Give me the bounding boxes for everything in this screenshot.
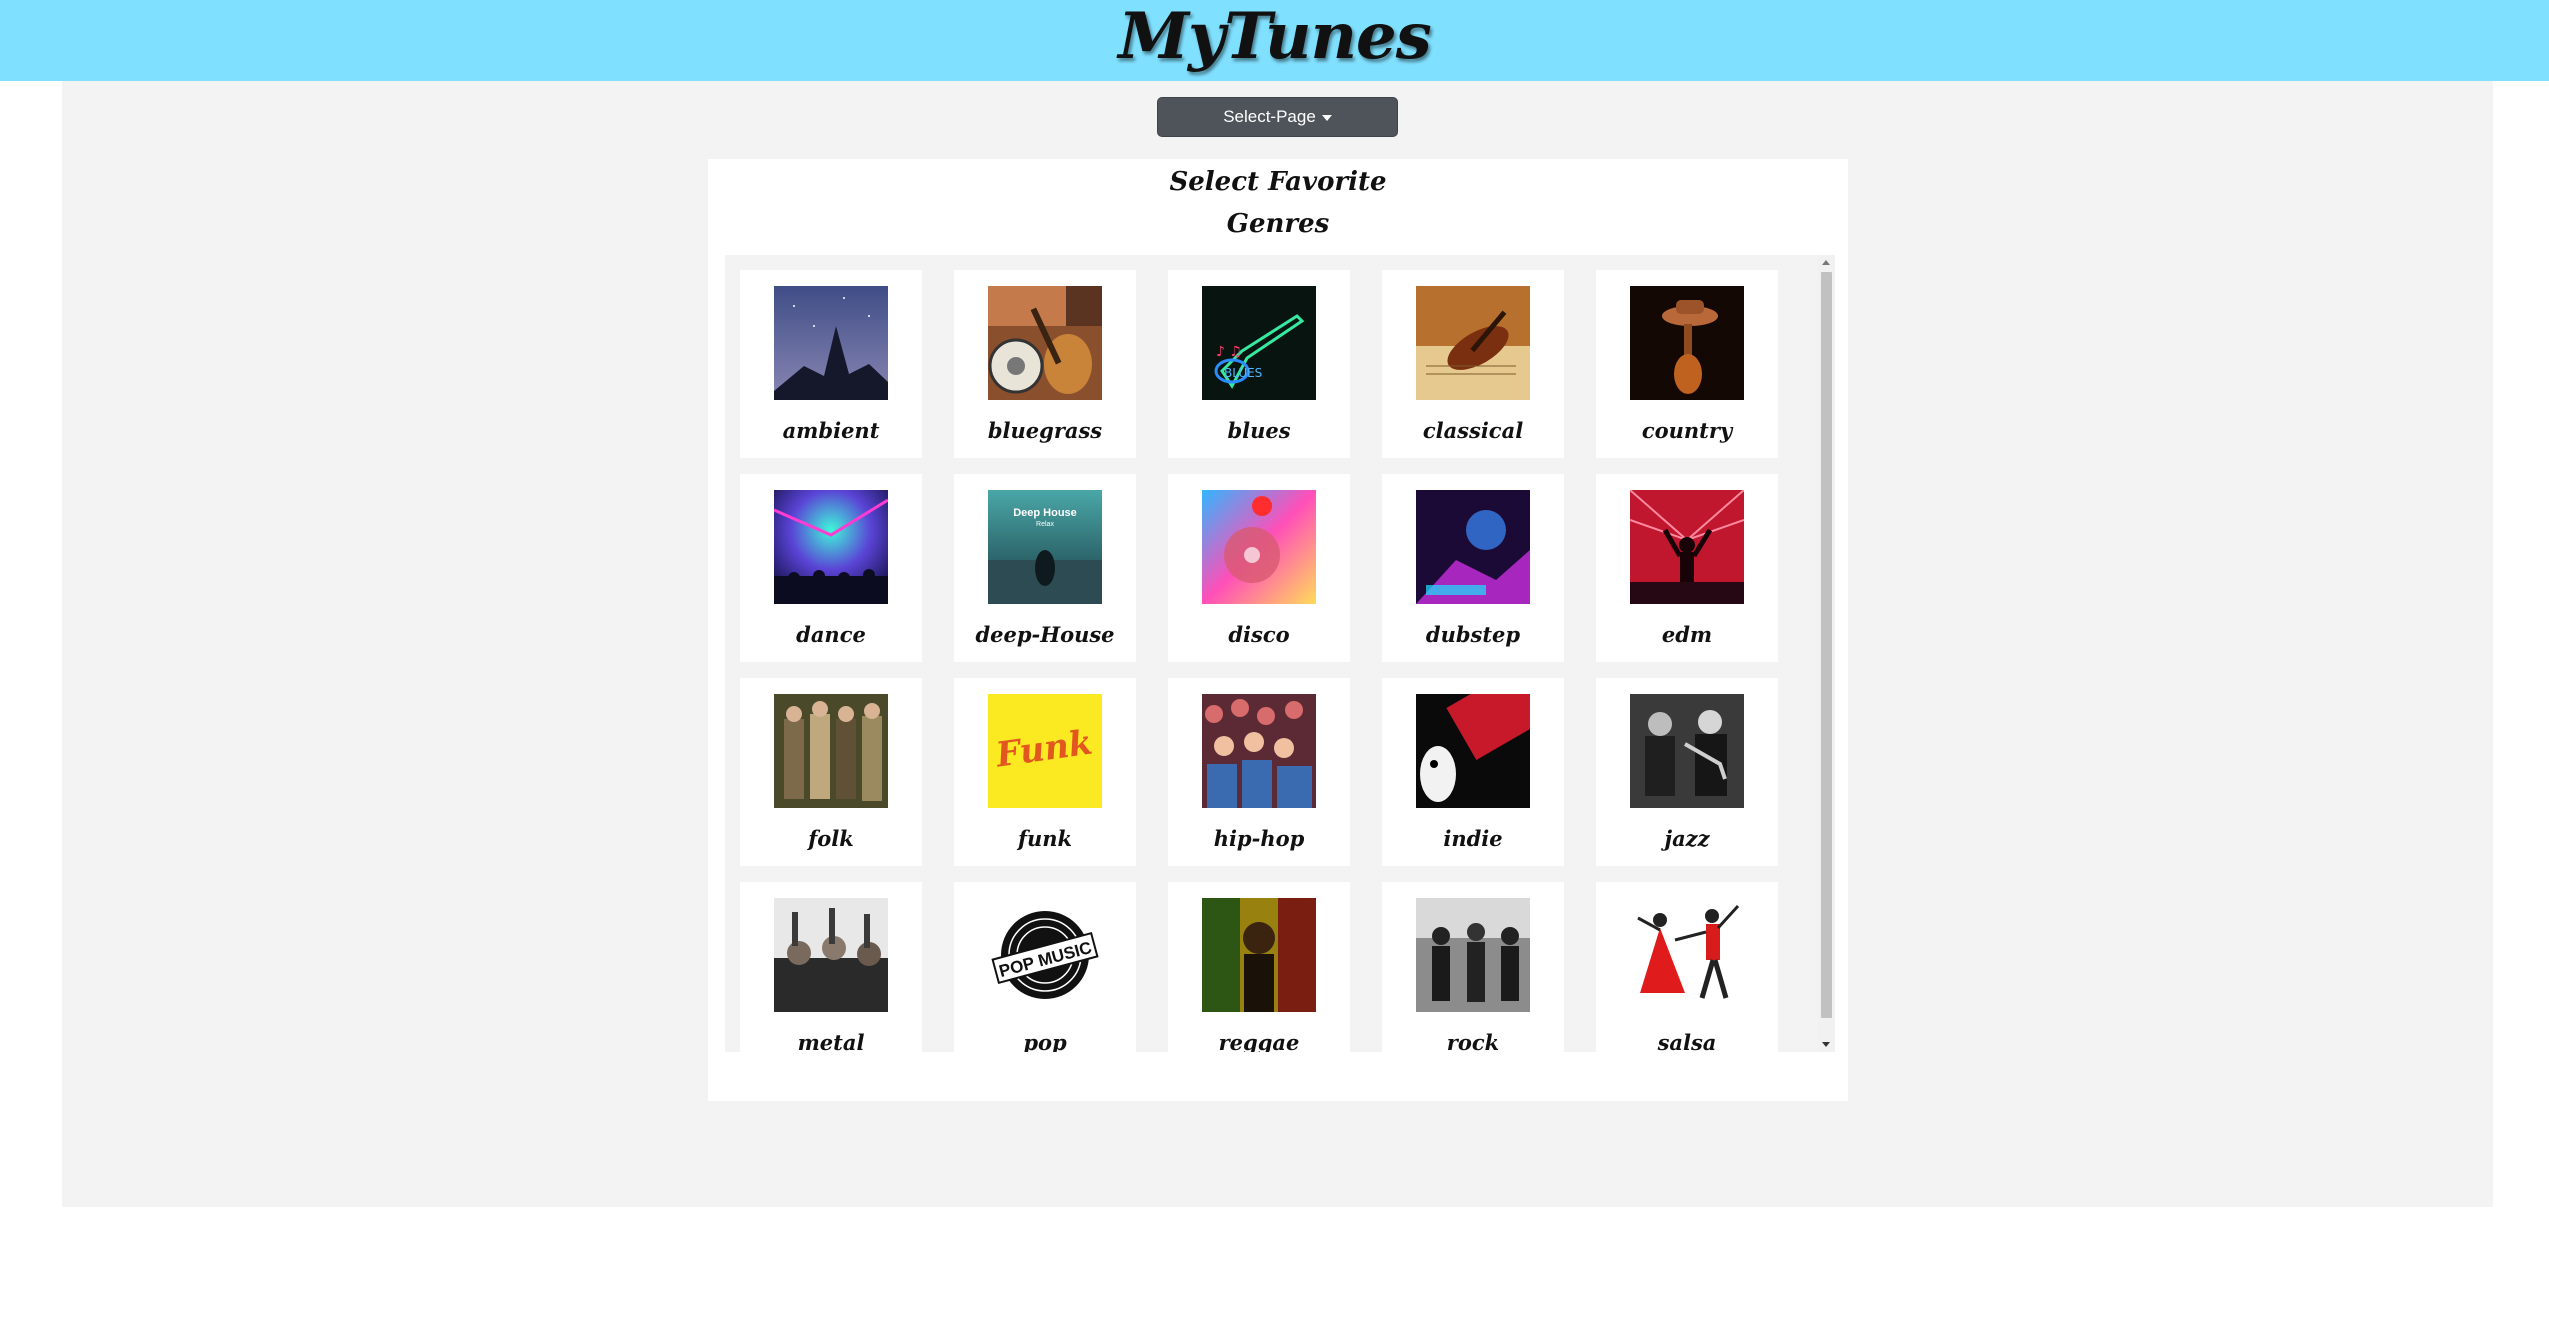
dance-image (774, 490, 888, 604)
genre-card-edm[interactable]: edm (1596, 474, 1778, 662)
genre-card-pop[interactable]: POP MUSIC pop (954, 882, 1136, 1052)
genre-label: classical (1422, 418, 1524, 443)
bluegrass-image (988, 286, 1102, 400)
scroll-up-arrow-icon[interactable] (1822, 260, 1830, 265)
deep-house-image: Deep House Relax (988, 490, 1102, 604)
ambient-image (774, 286, 888, 400)
hip-hop-image (1202, 694, 1316, 808)
genre-label: rock (1446, 1030, 1500, 1052)
genre-card-dubstep[interactable]: dubstep (1382, 474, 1564, 662)
genre-label: country (1641, 418, 1733, 443)
genre-card-folk[interactable]: folk (740, 678, 922, 866)
genre-card-reggae[interactable]: reggae (1168, 882, 1350, 1052)
app-title: MyTunes (1118, 0, 1432, 74)
reggae-image (1202, 898, 1316, 1012)
genre-label: salsa (1657, 1030, 1717, 1052)
country-image (1630, 286, 1744, 400)
panel-title: Select Favorite Genres (708, 159, 1848, 245)
genre-label: metal (797, 1030, 865, 1052)
select-page-dropdown-button[interactable]: Select-Page (1157, 97, 1398, 137)
genre-card-jazz[interactable]: jazz (1596, 678, 1778, 866)
edm-image (1630, 490, 1744, 604)
svg-text:BLUES: BLUES (1224, 366, 1262, 380)
genre-card-blues[interactable]: ♪ ♫ BLUES blues (1168, 270, 1350, 458)
genre-label: funk (1017, 826, 1073, 851)
indie-image (1416, 694, 1530, 808)
genre-label: dance (796, 622, 866, 647)
genre-card-deep-house[interactable]: Deep House Relax deep-House (954, 474, 1136, 662)
genre-card-funk[interactable]: Funk funk (954, 678, 1136, 866)
panel-title-line-2: Genres (1226, 209, 1330, 239)
genre-card-salsa[interactable]: salsa (1596, 882, 1778, 1052)
genre-label: reggae (1218, 1030, 1300, 1052)
caret-down-icon (1321, 115, 1332, 121)
dubstep-image (1416, 490, 1530, 604)
genre-card-metal[interactable]: metal (740, 882, 922, 1052)
genre-card-bluegrass[interactable]: bluegrass (954, 270, 1136, 458)
genre-card-indie[interactable]: indie (1382, 678, 1564, 866)
genre-label: blues (1227, 418, 1291, 443)
select-page-label: Select-Page (1223, 107, 1316, 126)
blues-image: ♪ ♫ BLUES (1202, 286, 1316, 400)
scroll-down-arrow-icon[interactable] (1822, 1042, 1830, 1047)
genre-label: bluegrass (987, 418, 1103, 443)
genre-grid-viewport: ambient bluegrass ♪ ♫ BLUES blues classi… (725, 255, 1818, 1052)
funk-image: Funk (988, 694, 1102, 808)
genre-label: hip-hop (1213, 826, 1305, 851)
svg-text:♪ ♫: ♪ ♫ (1216, 344, 1242, 360)
genre-grid-scrollbar[interactable] (1818, 255, 1835, 1052)
genre-label: pop (1023, 1030, 1067, 1052)
genre-label: disco (1228, 622, 1290, 647)
genre-label: indie (1443, 826, 1503, 851)
pop-image: POP MUSIC (988, 898, 1102, 1012)
disco-image (1202, 490, 1316, 604)
genre-label: deep-House (975, 622, 1115, 647)
scrollbar-thumb[interactable] (1821, 272, 1832, 1018)
genre-label: edm (1661, 622, 1713, 647)
genre-card-dance[interactable]: dance (740, 474, 922, 662)
genre-selection-panel: Select Favorite Genres ambient bluegrass… (708, 159, 1848, 1101)
classical-image (1416, 286, 1530, 400)
deep-house-image-text: Deep House (1013, 507, 1077, 519)
genre-card-classical[interactable]: classical (1382, 270, 1564, 458)
deep-house-image-subtext: Relax (1036, 521, 1054, 528)
jazz-image (1630, 694, 1744, 808)
genre-card-hip-hop[interactable]: hip-hop (1168, 678, 1350, 866)
genre-card-disco[interactable]: disco (1168, 474, 1350, 662)
folk-image (774, 694, 888, 808)
genre-label: ambient (782, 418, 880, 443)
metal-image (774, 898, 888, 1012)
salsa-image (1630, 898, 1744, 1012)
genre-card-rock[interactable]: rock (1382, 882, 1564, 1052)
app-header: MyTunes (0, 0, 2549, 81)
genre-label: folk (808, 826, 854, 851)
genre-label: dubstep (1425, 622, 1521, 647)
genre-card-ambient[interactable]: ambient (740, 270, 922, 458)
genre-label: jazz (1664, 826, 1710, 851)
panel-title-line-1: Select Favorite (1169, 167, 1387, 197)
genre-card-country[interactable]: country (1596, 270, 1778, 458)
rock-image (1416, 898, 1530, 1012)
